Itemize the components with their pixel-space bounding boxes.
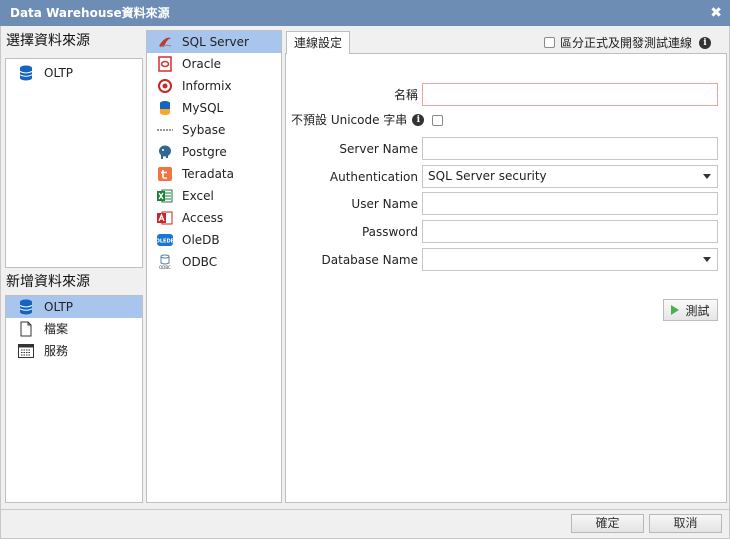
name-field[interactable] [422, 83, 718, 106]
provider-label: SQL Server [182, 35, 249, 49]
auth-selected-value: SQL Server security [428, 169, 547, 183]
auth-row: Authentication SQL Server security [286, 165, 728, 189]
add-item-file[interactable]: 檔案 [6, 318, 142, 340]
provider-label: Access [182, 211, 224, 225]
provider-label: OleDB [182, 233, 220, 247]
add-item-label: 服務 [44, 344, 69, 358]
database-icon [16, 299, 36, 315]
password-label: Password [361, 225, 418, 239]
dialog-body: 選擇資料來源 OLTP 新增資料來源 OLTP 檔案 服務 SQL Server… [0, 26, 730, 509]
server-name-field[interactable] [422, 137, 718, 160]
window-titlebar: Data Warehouse資料來源 ✖ [0, 0, 730, 26]
test-connection-button[interactable]: 測試 [663, 299, 718, 321]
provider-label: Informix [182, 79, 232, 93]
provider-label: ODBC [182, 255, 218, 269]
add-item-label: 檔案 [44, 322, 69, 336]
no-unicode-row: 不預設 Unicode 字串 i [286, 111, 728, 129]
provider-sybase[interactable]: Sybase [147, 119, 281, 141]
close-icon[interactable]: ✖ [710, 0, 722, 26]
provider-label: MySQL [182, 101, 224, 115]
oracle-icon [155, 56, 175, 72]
provider-oracle[interactable]: Oracle [147, 53, 281, 75]
chevron-down-icon [703, 174, 711, 179]
db-name-select[interactable] [422, 248, 718, 271]
list-item-oltp[interactable]: OLTP [6, 62, 142, 84]
separate-connection-option: 區分正式及開發測試連線 i [543, 34, 711, 51]
auth-label: Authentication [329, 170, 418, 184]
excel-icon [155, 188, 175, 204]
provider-odbc[interactable]: ODBC ODBC [147, 251, 281, 273]
db-name-label: Database Name [321, 253, 418, 267]
mysql-icon [155, 100, 175, 116]
sqlserver-icon [155, 34, 175, 50]
no-unicode-label: 不預設 Unicode 字串 [291, 113, 408, 127]
provider-label: Postgre [182, 145, 227, 159]
password-field[interactable] [422, 220, 718, 243]
cancel-button[interactable]: 取消 [649, 514, 722, 533]
access-icon [155, 210, 175, 226]
provider-oledb[interactable]: OLEDB OleDB [147, 229, 281, 251]
chevron-down-icon [703, 257, 711, 262]
window-title: Data Warehouse資料來源 [10, 6, 170, 20]
separate-connection-checkbox[interactable] [543, 37, 555, 48]
provider-mysql[interactable]: MySQL [147, 97, 281, 119]
provider-label: Sybase [182, 123, 226, 137]
postgre-icon [155, 144, 175, 160]
connection-settings: 連線設定 區分正式及開發測試連線 i 名稱 不預設 Unicode 字串 i S… [285, 30, 727, 503]
connection-panel: 名稱 不預設 Unicode 字串 i Server Name Authenti… [285, 53, 727, 503]
user-name-field[interactable] [422, 192, 718, 215]
svg-text:ODBC: ODBC [159, 265, 171, 270]
name-row: 名稱 [286, 83, 728, 107]
dialog-footer: 確定 取消 [0, 509, 730, 539]
info-icon[interactable]: i [699, 36, 711, 49]
ok-button[interactable]: 確定 [571, 514, 644, 533]
server-name-label: Server Name [339, 142, 418, 156]
auth-select[interactable]: SQL Server security [422, 165, 718, 188]
provider-informix[interactable]: Informix [147, 75, 281, 97]
user-name-row: User Name [286, 192, 728, 216]
provider-list: SQL Server Oracle Informix MySQL Sybase [146, 30, 282, 503]
svg-text:OLEDB: OLEDB [157, 239, 173, 245]
server-name-row: Server Name [286, 137, 728, 161]
teradata-icon [155, 166, 175, 182]
name-label: 名稱 [393, 88, 418, 102]
provider-teradata[interactable]: Teradata [147, 163, 281, 185]
user-name-label: User Name [351, 197, 418, 211]
info-icon[interactable]: i [412, 114, 425, 126]
sybase-icon [155, 122, 175, 138]
tab-connection-settings[interactable]: 連線設定 [286, 31, 350, 54]
separate-connection-label: 區分正式及開發測試連線 [559, 36, 692, 50]
provider-access[interactable]: Access [147, 207, 281, 229]
selected-datasource-list: OLTP [5, 58, 143, 268]
service-icon [16, 343, 36, 359]
list-item-label: OLTP [44, 66, 74, 80]
add-item-oltp[interactable]: OLTP [6, 296, 142, 318]
provider-label: Oracle [182, 57, 222, 71]
play-icon [671, 305, 680, 315]
add-item-service[interactable]: 服務 [6, 340, 142, 362]
file-icon [16, 321, 36, 337]
add-datasource-list: OLTP 檔案 服務 [5, 295, 143, 503]
password-row: Password [286, 220, 728, 244]
datasource-column: 選擇資料來源 OLTP 新增資料來源 OLTP 檔案 服務 [5, 30, 143, 503]
odbc-icon: ODBC [155, 254, 175, 270]
provider-label: Excel [182, 189, 214, 203]
oledb-icon: OLEDB [155, 232, 175, 248]
provider-sqlserver[interactable]: SQL Server [147, 31, 281, 53]
provider-label: Teradata [182, 167, 234, 181]
informix-icon [155, 78, 175, 94]
test-button-label: 測試 [685, 303, 710, 318]
no-unicode-group: 不預設 Unicode 字串 i [291, 111, 444, 129]
provider-postgre[interactable]: Postgre [147, 141, 281, 163]
provider-excel[interactable]: Excel [147, 185, 281, 207]
database-icon [16, 65, 36, 81]
add-item-label: OLTP [44, 300, 74, 314]
no-unicode-checkbox[interactable] [432, 114, 444, 126]
select-datasource-title: 選擇資料來源 [6, 33, 90, 49]
db-name-row: Database Name [286, 248, 728, 272]
